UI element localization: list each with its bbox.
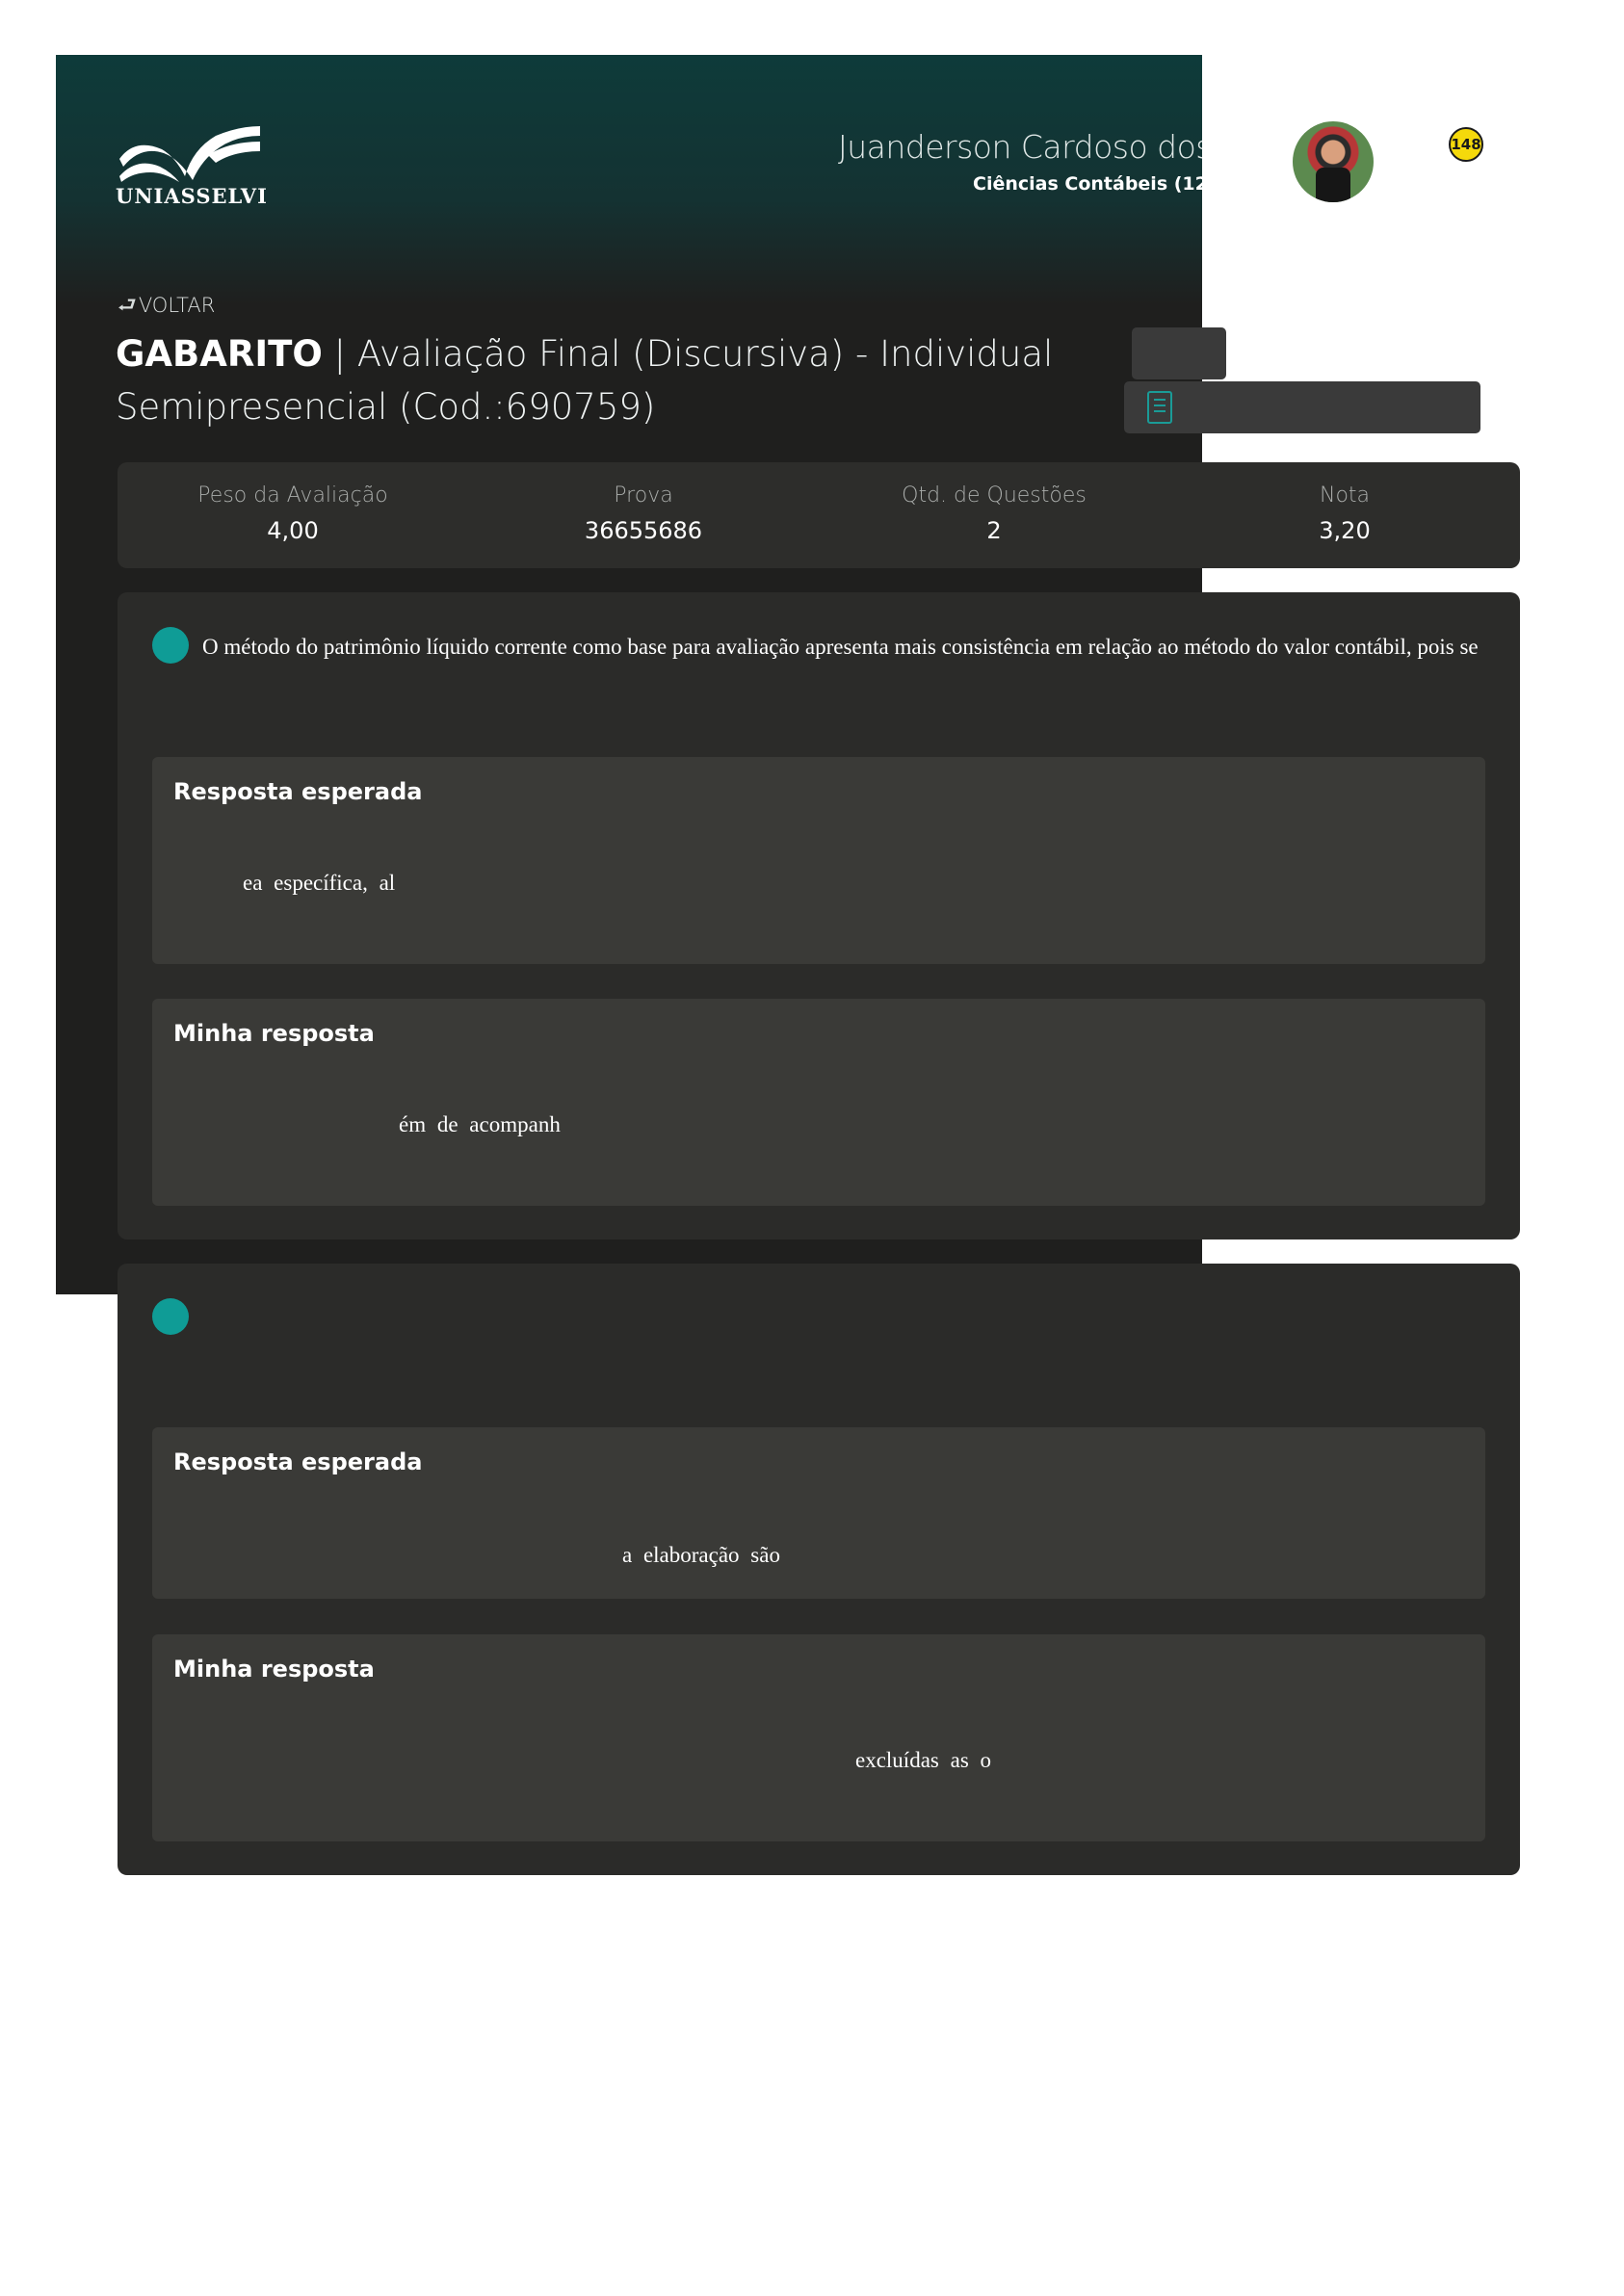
answer-title: Resposta esperada xyxy=(173,778,423,805)
uniasselvi-logo[interactable]: UNIASSELVI xyxy=(116,120,268,212)
user-course: Ciências Contábeis (128 xyxy=(973,173,1202,195)
answer-title: Resposta esperada xyxy=(173,1448,423,1475)
action-button[interactable] xyxy=(1132,327,1226,379)
stat-grade: Nota 3,20 xyxy=(1169,462,1520,568)
document-icon xyxy=(1147,391,1172,424)
stat-label: Peso da Avaliação xyxy=(197,483,388,508)
expected-answer: Resposta esperada ea específica, al xyxy=(152,757,1485,964)
stat-label: Prova xyxy=(614,483,673,508)
answer-title: Minha resposta xyxy=(173,1020,375,1047)
avatar[interactable] xyxy=(1293,121,1374,202)
document-button[interactable] xyxy=(1124,381,1480,433)
my-answer: Minha resposta excluídas as o xyxy=(152,1634,1485,1841)
page-title: GABARITO | Avaliação Final (Discursiva) … xyxy=(116,327,1127,433)
notification-badge[interactable]: 148 xyxy=(1449,127,1483,162)
answer-text: excluídas as o xyxy=(855,1748,992,1772)
user-info: Juanderson Cardoso dos Sa Ciências Contá… xyxy=(790,116,1202,212)
question-card: Resposta esperada a elaboração são Minha… xyxy=(118,1264,1520,1875)
answer-text: ém de acompanh xyxy=(399,1112,561,1136)
stat-exam: Prova 36655686 xyxy=(468,462,819,568)
stat-label: Qtd. de Questões xyxy=(902,483,1087,508)
stat-value: 3,20 xyxy=(1319,517,1371,544)
back-button[interactable]: ⮐VOLTAR xyxy=(118,289,215,326)
stat-label: Nota xyxy=(1319,483,1371,508)
back-arrow-icon: ⮐ xyxy=(118,294,137,318)
my-answer: Minha resposta ém de acompanh xyxy=(152,999,1485,1206)
logo-text: UNIASSELVI xyxy=(116,184,268,208)
answer-text: ea específica, al xyxy=(243,871,396,895)
answer-text: a elaboração são xyxy=(622,1543,780,1567)
answer-title: Minha resposta xyxy=(173,1656,375,1683)
stat-questions: Qtd. de Questões 2 xyxy=(819,462,1169,568)
question-text: O método do patrimônio líquido corrente … xyxy=(202,635,1479,659)
question-dot-icon xyxy=(152,1298,189,1335)
back-label: VOLTAR xyxy=(138,294,216,317)
stat-value: 36655686 xyxy=(584,517,703,544)
exam-stats: Peso da Avaliação 4,00 Prova 36655686 Qt… xyxy=(118,462,1520,568)
expected-answer: Resposta esperada a elaboração são xyxy=(152,1427,1485,1599)
stat-value: 2 xyxy=(986,517,1002,544)
question-card: O método do patrimônio líquido corrente … xyxy=(118,592,1520,1239)
stat-weight: Peso da Avaliação 4,00 xyxy=(118,462,468,568)
title-bold: GABARITO xyxy=(116,333,323,375)
user-name: Juanderson Cardoso dos Sa xyxy=(838,128,1202,166)
stat-value: 4,00 xyxy=(267,517,319,544)
